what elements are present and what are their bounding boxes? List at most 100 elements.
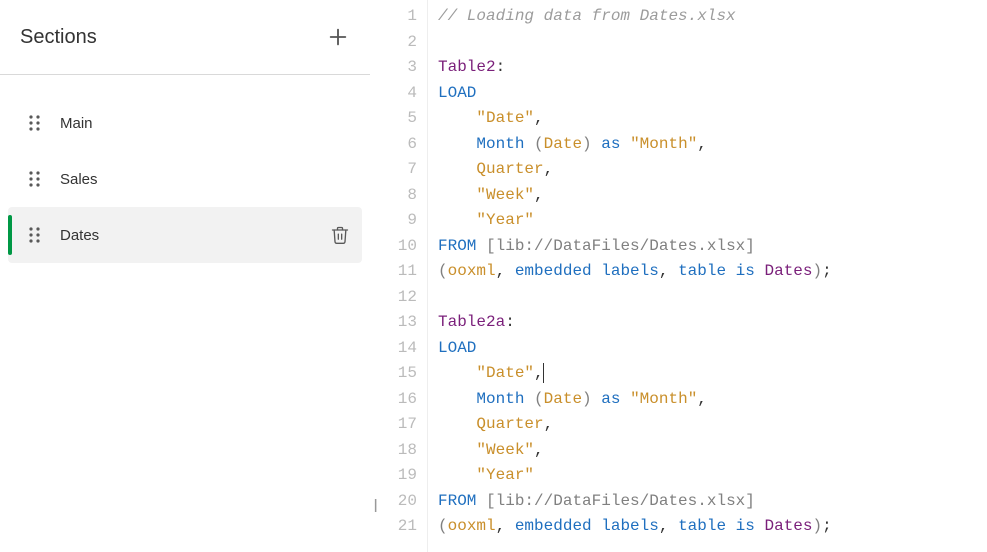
code-token: ) [582,390,592,408]
code-token: , [534,186,544,204]
line-number: 9 [370,208,417,234]
code-token [438,466,476,484]
code-line[interactable]: "Date", [438,361,987,387]
code-line[interactable]: Table2a: [438,310,987,336]
code-token: ] [745,237,755,255]
code-token [620,390,630,408]
code-token: ) [813,517,823,535]
code-line[interactable]: "Date", [438,106,987,132]
code-line[interactable]: "Year" [438,208,987,234]
code-token [592,135,602,153]
code-line[interactable]: "Year" [438,463,987,489]
code-line[interactable]: LOAD [438,336,987,362]
code-token: Dates [764,517,812,535]
sections-sidebar: Sections MainSalesDates || [0,0,370,552]
code-token: : [496,58,506,76]
code-line[interactable]: Quarter, [438,157,987,183]
code-token: LOAD [438,84,476,102]
line-number: 17 [370,412,417,438]
drag-handle-icon[interactable] [28,226,42,244]
code-line[interactable]: FROM [lib://DataFiles/Dates.xlsx] [438,489,987,515]
section-label: Sales [60,171,350,188]
code-token: "Date" [476,364,534,382]
code-token: ; [822,262,832,280]
code-line[interactable]: // Loading data from Dates.xlsx [438,4,987,30]
code-token: lib://DataFiles/Dates.xlsx [496,492,746,510]
code-token [438,109,476,127]
line-number: 19 [370,463,417,489]
code-token: FROM [438,492,476,510]
code-token: Quarter [476,160,543,178]
code-area[interactable]: // Loading data from Dates.xlsx Table2: LO… [428,0,987,552]
add-section-button[interactable] [326,25,350,49]
code-line[interactable]: "Week", [438,438,987,464]
line-number: 16 [370,387,417,413]
section-label: Dates [60,227,330,244]
sidebar-title: Sections [20,26,97,49]
app-root: Sections MainSalesDates || 1234567891011… [0,0,987,552]
code-line[interactable]: Table2: [438,55,987,81]
code-line[interactable]: FROM [lib://DataFiles/Dates.xlsx] [438,234,987,260]
section-list: Main Sales Dates [0,75,370,263]
line-number: 6 [370,132,417,158]
code-line[interactable]: (ooxml, embedded labels, table is Dates)… [438,514,987,540]
code-token [620,135,630,153]
code-line[interactable]: Quarter, [438,412,987,438]
code-token: , [659,262,678,280]
line-number: 2 [370,30,417,56]
code-token: table is [678,262,755,280]
line-number: 5 [370,106,417,132]
code-token [438,186,476,204]
section-item-main[interactable]: Main [8,95,362,151]
line-number: 11 [370,259,417,285]
code-token: , [534,109,544,127]
code-token: , [697,390,707,408]
line-number: 4 [370,81,417,107]
line-number: 21 [370,514,417,540]
drag-handle-icon[interactable] [28,170,42,188]
code-line[interactable]: "Week", [438,183,987,209]
section-label: Main [60,115,350,132]
code-token: lib://DataFiles/Dates.xlsx [496,237,746,255]
code-token: , [534,441,544,459]
code-token: table is [678,517,755,535]
delete-section-button[interactable] [330,225,350,245]
code-line[interactable]: Month (Date) as "Month", [438,132,987,158]
line-number: 1 [370,4,417,30]
line-number: 12 [370,285,417,311]
code-line[interactable]: (ooxml, embedded labels, table is Dates)… [438,259,987,285]
code-token: as [601,135,620,153]
line-number: 3 [370,55,417,81]
code-line[interactable]: Month (Date) as "Month", [438,387,987,413]
section-item-sales[interactable]: Sales [8,151,362,207]
code-token: embedded labels [515,262,659,280]
code-token: [ [486,237,496,255]
code-editor[interactable]: 123456789101112131415161718192021 // Loa… [370,0,987,552]
code-token: as [601,390,620,408]
code-token: FROM [438,237,476,255]
code-token: Table2a [438,313,505,331]
drag-handle-icon[interactable] [28,114,42,132]
code-token: "Year" [476,466,534,484]
code-token: embedded labels [515,517,659,535]
trash-icon [330,225,350,245]
line-number: 14 [370,336,417,362]
code-token: "Week" [476,441,534,459]
code-token: , [697,135,707,153]
code-line[interactable]: LOAD [438,81,987,107]
code-token: Dates [764,262,812,280]
code-token [476,237,486,255]
code-token [592,390,602,408]
code-token: ( [534,135,544,153]
code-token: : [505,313,515,331]
code-token: Date [544,390,582,408]
code-token [438,441,476,459]
code-line[interactable] [438,30,987,56]
code-token [438,160,476,178]
line-number: 10 [370,234,417,260]
section-item-dates[interactable]: Dates [8,207,362,263]
plus-icon [327,26,349,48]
code-token: , [544,160,554,178]
code-line[interactable] [438,285,987,311]
code-token: ooxml [448,517,496,535]
